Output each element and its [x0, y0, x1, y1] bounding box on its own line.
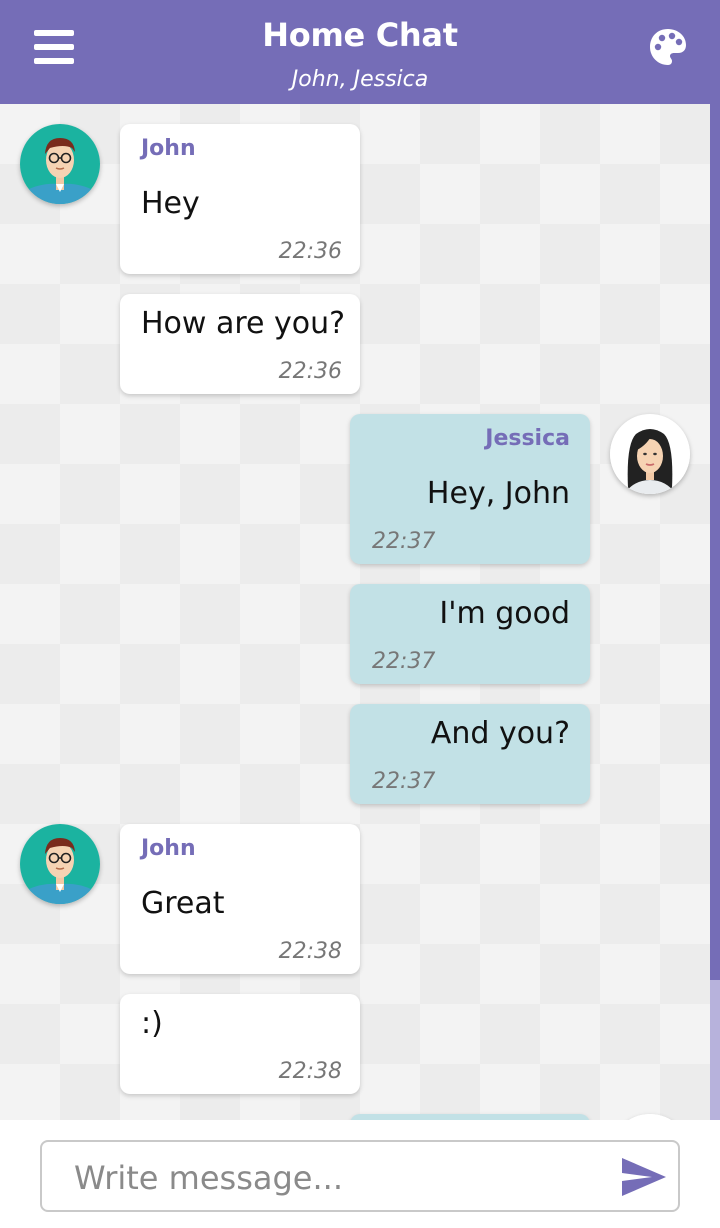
john-avatar — [20, 824, 100, 904]
message-bubble[interactable]: How are you? 22:36 — [120, 294, 360, 394]
palette-icon[interactable] — [648, 27, 688, 67]
chat-scrollbar[interactable] — [710, 104, 720, 1120]
chat-title: Home Chat — [262, 16, 458, 54]
message-text: I'm good — [439, 596, 570, 631]
message-list[interactable]: John Hey 22:36 How are you? 22:36 Jessic… — [0, 104, 710, 1120]
message-text: How are you? — [141, 306, 346, 341]
message-sender: Jessica — [485, 426, 570, 451]
message-bubble[interactable]: John Hey 22:36 — [120, 124, 360, 274]
message-bubble[interactable]: Jessica Hey, John 22:37 — [350, 414, 590, 564]
message-time: 22:38 — [278, 1059, 342, 1084]
message-time: 22:37 — [372, 769, 436, 794]
message-input-box — [40, 1140, 680, 1212]
app-header: Home Chat John, Jessica — [0, 0, 720, 104]
message-bubble[interactable]: I'm good 22:37 — [350, 584, 590, 684]
message-time: 22:37 — [372, 529, 436, 554]
message-input[interactable] — [72, 1152, 606, 1204]
message-text: :) — [141, 1006, 163, 1041]
scrollbar-thumb[interactable] — [710, 104, 720, 980]
message-time: 22:38 — [278, 939, 342, 964]
message-text: Great — [141, 886, 225, 921]
message-sender: John — [141, 136, 196, 161]
message-text: And you? — [430, 716, 570, 751]
john-avatar — [20, 124, 100, 204]
message-sender: John — [141, 836, 196, 861]
message-bubble[interactable]: :) 22:38 — [120, 994, 360, 1094]
send-icon[interactable] — [620, 1156, 668, 1198]
jessica-avatar — [610, 414, 690, 494]
message-time: 22:37 — [372, 649, 436, 674]
chat-participants: John, Jessica — [291, 67, 429, 92]
message-text: Hey, John — [426, 476, 570, 511]
message-bubble[interactable]: John Great 22:38 — [120, 824, 360, 974]
message-text: Hey — [141, 186, 200, 221]
message-bubble[interactable]: And you? 22:37 — [350, 704, 590, 804]
message-time: 22:36 — [278, 359, 342, 384]
message-time: 22:36 — [278, 239, 342, 264]
message-composer — [0, 1120, 720, 1228]
